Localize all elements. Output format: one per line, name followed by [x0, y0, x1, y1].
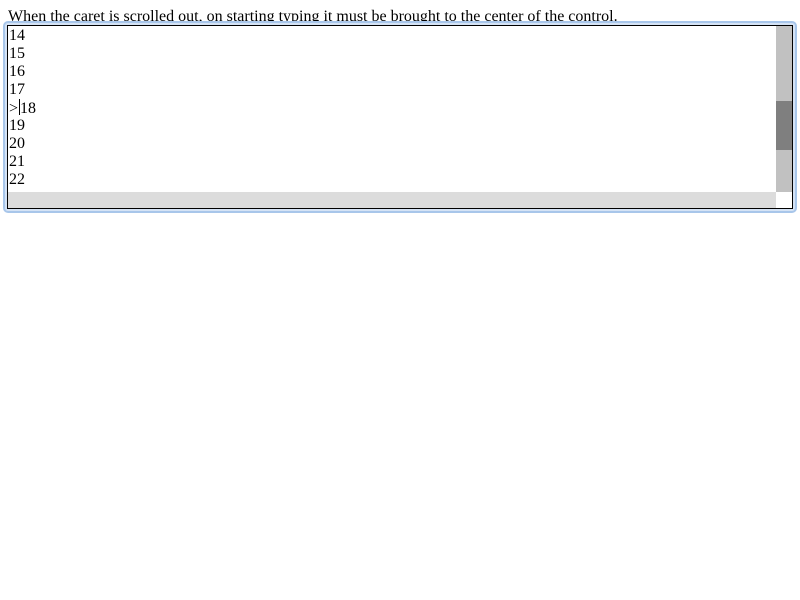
textarea-line: 21: [9, 153, 25, 170]
horizontal-scrollbar[interactable]: [8, 192, 776, 208]
vertical-scrollbar[interactable]: [776, 26, 792, 192]
scrollbar-corner: [776, 192, 792, 208]
textarea-content[interactable]: 14 15 16 17 >18 19 20 21 22: [9, 27, 775, 192]
textarea-line: 14: [9, 27, 25, 44]
textarea-line-with-caret: >18: [9, 99, 775, 117]
caret-prefix-text: >: [9, 100, 19, 117]
textarea-line: 16: [9, 63, 25, 80]
textarea-line: 20: [9, 135, 25, 152]
textarea-line: 22: [9, 171, 25, 188]
textarea-line: 15: [9, 45, 25, 62]
multiline-textarea[interactable]: 14 15 16 17 >18 19 20 21 22: [7, 25, 793, 209]
vertical-scrollbar-thumb[interactable]: [776, 101, 792, 150]
caret-suffix-text: 18: [20, 100, 37, 117]
textarea-line: 19: [9, 117, 25, 134]
textarea-line: 17: [9, 81, 25, 98]
